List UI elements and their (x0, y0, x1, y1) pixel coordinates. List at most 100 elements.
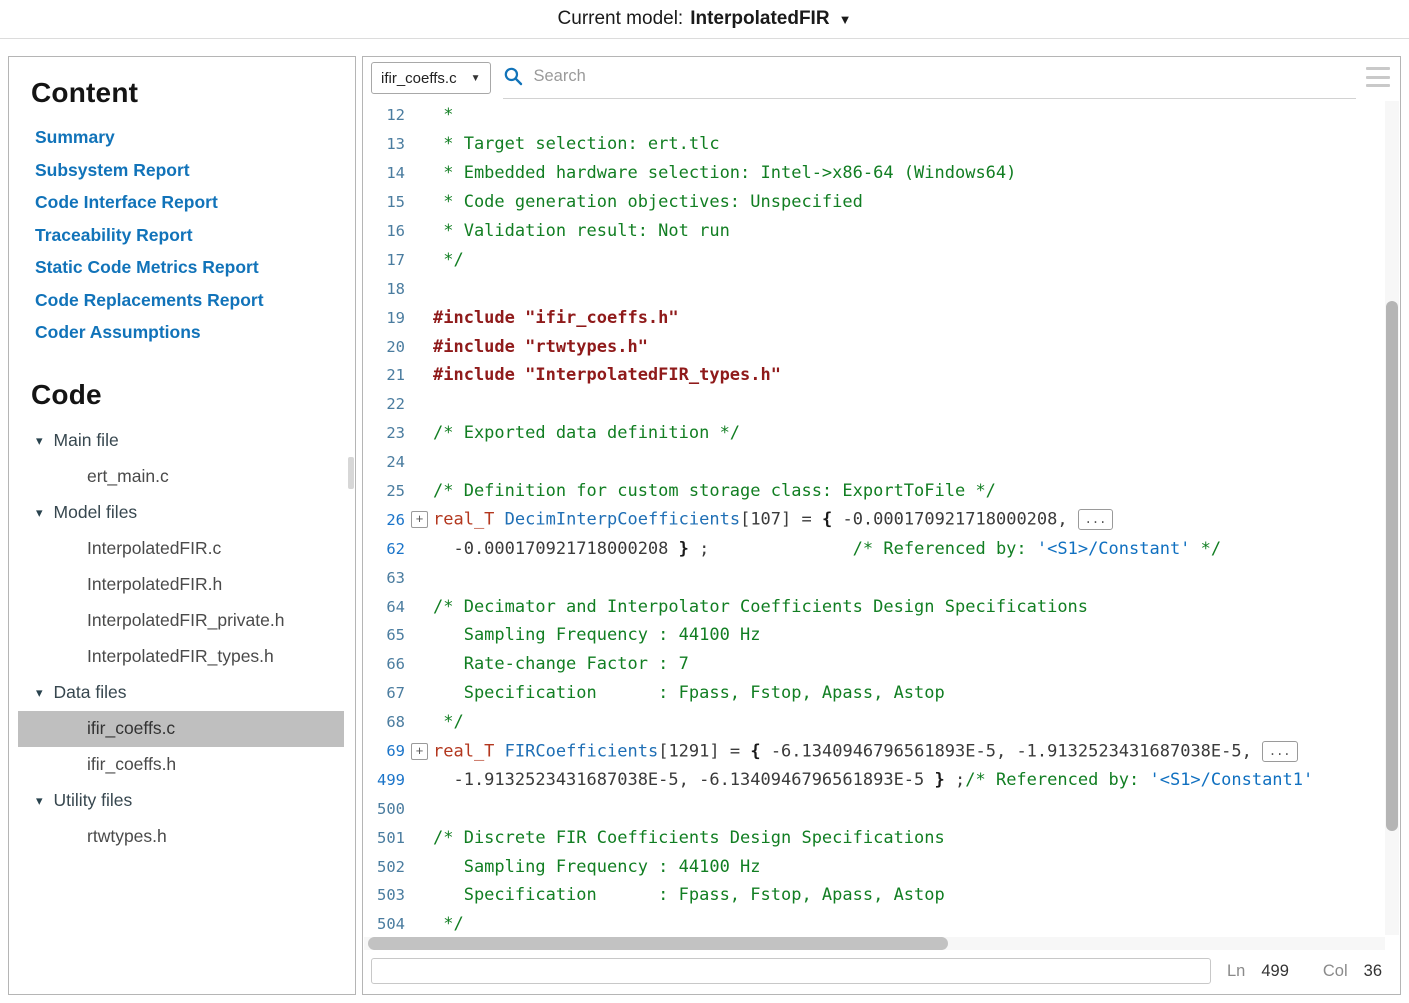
code-line: 14 * Embedded hardware selection: Intel-… (367, 159, 1400, 188)
vertical-scrollbar[interactable] (1385, 101, 1399, 935)
content-link-code-interface-report[interactable]: Code Interface Report (35, 186, 355, 219)
code-line: 69 + real_T FIRCoefficients[1291] = { -6.1… (367, 737, 1400, 766)
tree-group-model-files[interactable]: ▾Model files (9, 495, 355, 531)
tree-file-interpolatedfir-private-h[interactable]: InterpolatedFIR_private.h (9, 603, 355, 639)
code-text: * Validation result: Not run (433, 221, 730, 241)
code-text: */ (433, 914, 464, 934)
code-line: 16 * Validation result: Not run (367, 217, 1400, 246)
content-link-code-replacements-report[interactable]: Code Replacements Report (35, 284, 355, 317)
line-number: 15 (367, 193, 405, 211)
code-line: 499 -1.9132523431687038E-5, -6.134094679… (367, 765, 1400, 794)
tree-item-label: ifir_coeffs.h (87, 754, 176, 775)
tree-group-utility-files[interactable]: ▾Utility files (9, 783, 355, 819)
line-number: 21 (367, 366, 405, 384)
line-number: 63 (367, 569, 405, 587)
code-line: 15 * Code generation objectives: Unspeci… (367, 188, 1400, 217)
code-line: 502 Sampling Frequency : 44100 Hz (367, 852, 1400, 881)
code-segment: ; (689, 539, 853, 559)
code-text: real_T FIRCoefficients[1291] = { -6.1340… (433, 741, 1298, 762)
model-dropdown-caret-icon[interactable]: ▼ (839, 12, 852, 27)
line-number-label: Ln (1227, 962, 1245, 981)
code-segment: /* Referenced by: (965, 770, 1149, 790)
tree-item-label: InterpolatedFIR.h (87, 574, 222, 595)
code-line: 12 * (367, 101, 1400, 130)
tree-item-label: InterpolatedFIR.c (87, 538, 221, 559)
tree-group-data-files[interactable]: ▾Data files (9, 675, 355, 711)
code-line: 20 #include "rtwtypes.h" (367, 332, 1400, 361)
code-text: real_T DecimInterpCoefficients[107] = { … (433, 509, 1113, 530)
menu-icon[interactable] (1366, 65, 1390, 89)
code-segment: */ (433, 914, 464, 934)
tree-file-interpolatedfir-types-h[interactable]: InterpolatedFIR_types.h (9, 639, 355, 675)
code-segment: Specification : Fpass, Fstop, Apass, Ast… (433, 683, 945, 703)
code-lines: 12 *13 * Target selection: ert.tlc14 * E… (363, 99, 1400, 937)
code-segment: ; (945, 770, 965, 790)
tree-file-ifir-coeffs-h[interactable]: ifir_coeffs.h (9, 747, 355, 783)
content-link-coder-assumptions[interactable]: Coder Assumptions (35, 316, 355, 349)
tree-collapse-icon[interactable]: ▾ (36, 685, 43, 701)
content-link-subsystem-report[interactable]: Subsystem Report (35, 154, 355, 187)
code-line: 13 * Target selection: ert.tlc (367, 130, 1400, 159)
code-line: 67 Specification : Fpass, Fstop, Apass, … (367, 679, 1400, 708)
code-segment: FIRCoefficients (505, 741, 659, 761)
code-segment: real_T (433, 741, 494, 761)
code-area: 12 *13 * Target selection: ert.tlc14 * E… (363, 99, 1400, 937)
code-line: 22 (367, 390, 1400, 419)
line-number[interactable]: 62 (367, 540, 405, 558)
code-segment: Specification : Fpass, Fstop, Apass, Ast… (433, 885, 945, 905)
line-number-value: 499 (1261, 962, 1289, 981)
vertical-scrollbar-thumb[interactable] (1386, 301, 1398, 831)
code-segment: * Embedded hardware selection: Intel->x8… (433, 163, 1016, 183)
tree-collapse-icon[interactable]: ▾ (36, 793, 43, 809)
code-text: */ (433, 250, 464, 270)
current-model-label: Current model: (558, 8, 684, 30)
collapsed-code-indicator[interactable]: ... (1078, 509, 1114, 530)
tree-item-label: ert_main.c (87, 466, 169, 487)
line-number: 18 (367, 280, 405, 298)
content-link-summary[interactable]: Summary (35, 121, 355, 154)
current-model-name[interactable]: InterpolatedFIR (690, 8, 829, 30)
block-reference-link[interactable]: '<S1>/Constant1' (1149, 770, 1313, 790)
code-line: 66 Rate-change Factor : 7 (367, 650, 1400, 679)
tree-collapse-icon[interactable]: ▾ (36, 505, 43, 521)
code-line: 24 (367, 448, 1400, 477)
line-number: 20 (367, 338, 405, 356)
code-segment: { (822, 510, 832, 530)
tree-file-ifir-coeffs-c[interactable]: ifir_coeffs.c (18, 711, 344, 747)
line-number: 500 (367, 800, 405, 818)
content-link-static-code-metrics-report[interactable]: Static Code Metrics Report (35, 251, 355, 284)
horizontal-scrollbar[interactable] (364, 937, 1385, 950)
tree-group-main-file[interactable]: ▾ Main file (9, 423, 355, 459)
tree-item-label: Main file (54, 430, 119, 451)
tree-file-rtwtypes-h[interactable]: rtwtypes.h (9, 819, 355, 855)
expand-icon[interactable]: + (411, 743, 428, 760)
search-input[interactable] (532, 66, 1357, 87)
tree-file-ert-main-c[interactable]: ert_main.c (9, 459, 355, 495)
block-reference-link[interactable]: '<S1>/Constant' (1037, 539, 1191, 559)
tree-file-interpolatedfir-c[interactable]: InterpolatedFIR.c (9, 531, 355, 567)
code-text: #include "rtwtypes.h" (433, 337, 648, 357)
tree-file-interpolatedfir-h[interactable]: InterpolatedFIR.h (9, 567, 355, 603)
status-input[interactable] (371, 958, 1211, 984)
code-line: 17 */ (367, 245, 1400, 274)
report-sidebar: Content SummarySubsystem ReportCode Inte… (8, 56, 356, 995)
line-number[interactable]: 26 (367, 511, 405, 529)
code-segment: #include "ifir_coeffs.h" (433, 308, 679, 328)
file-selector-value: ifir_coeffs.c (381, 70, 457, 87)
tree-collapse-icon[interactable]: ▾ (36, 433, 43, 449)
file-selector-dropdown[interactable]: ifir_coeffs.c ▼ (371, 62, 491, 94)
code-text: Rate-change Factor : 7 (433, 654, 689, 674)
line-number[interactable]: 69 (367, 742, 405, 760)
panel-splitter-handle[interactable] (348, 457, 354, 489)
horizontal-scrollbar-thumb[interactable] (368, 937, 948, 950)
code-segment: * (433, 105, 453, 125)
expand-icon[interactable]: + (411, 511, 428, 528)
collapsed-code-indicator[interactable]: ... (1262, 741, 1298, 762)
code-segment: DecimInterpCoefficients (505, 510, 740, 530)
tree-item-label: ifir_coeffs.c (87, 718, 175, 739)
line-number[interactable]: 499 (367, 771, 405, 789)
code-text: /* Exported data definition */ (433, 423, 740, 443)
code-line: 500 (367, 794, 1400, 823)
code-segment: /* Referenced by: (853, 539, 1037, 559)
content-link-traceability-report[interactable]: Traceability Report (35, 219, 355, 252)
